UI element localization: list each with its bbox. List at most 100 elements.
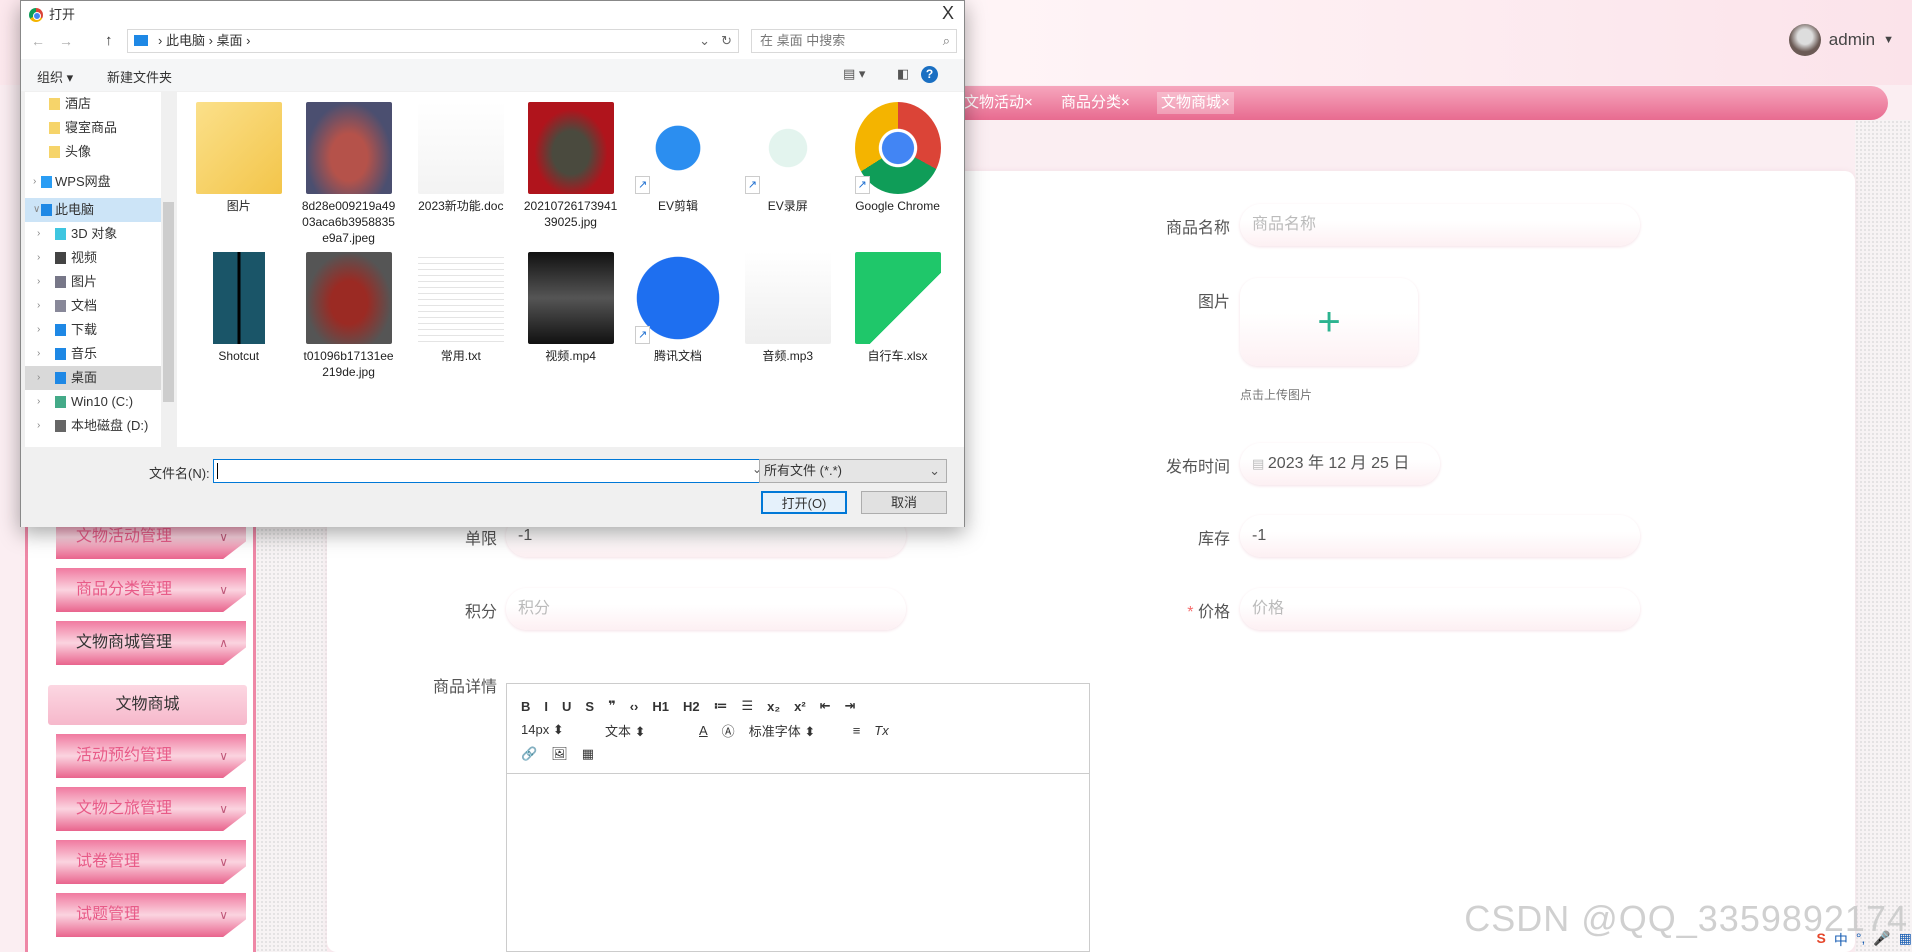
up-icon[interactable]: ↑ <box>105 32 113 49</box>
refresh-icon[interactable]: ↻ <box>721 30 732 52</box>
collapse-icon[interactable]: › <box>37 342 40 366</box>
punctuation-icon[interactable]: °, <box>1856 930 1866 950</box>
file-item[interactable]: 图片 <box>191 102 287 214</box>
bold-icon[interactable]: B <box>521 699 530 714</box>
breadcrumb-item[interactable]: 此电脑 <box>166 33 205 48</box>
underline-icon[interactable]: U <box>562 699 571 714</box>
collapse-icon[interactable]: › <box>37 414 40 438</box>
date-picker[interactable]: ▤ 2023 年 12 月 25 日 <box>1240 443 1440 485</box>
collapse-icon[interactable]: › <box>37 390 40 414</box>
back-icon[interactable]: ← <box>31 33 45 49</box>
nav-item[interactable]: › 3D 对象 <box>25 222 165 246</box>
nav-item[interactable]: › 本地磁盘 (D:) <box>25 414 165 438</box>
font-color-icon[interactable]: A <box>699 723 708 738</box>
sidebar-item-questions[interactable]: 试题管理 ∨ <box>56 893 246 937</box>
file-item[interactable]: ↗ EV录屏 <box>740 102 836 214</box>
tab-activity[interactable]: 文物活动× <box>960 92 1037 114</box>
nav-item[interactable]: › 下载 <box>25 318 165 342</box>
nav-item[interactable]: › Win10 (C:) <box>25 390 165 414</box>
sidebar-item-tour[interactable]: 文物之旅管理 ∨ <box>56 787 246 831</box>
file-item[interactable]: 自行车.xlsx <box>850 252 946 364</box>
file-item[interactable]: t01096b17131ee219de.jpg <box>301 252 397 380</box>
nav-item[interactable]: › 音乐 <box>25 342 165 366</box>
collapse-icon[interactable]: › <box>37 270 40 294</box>
align-icon[interactable]: ≡ <box>853 723 861 738</box>
h2-icon[interactable]: H2 <box>683 699 700 714</box>
collapse-icon[interactable]: › <box>33 170 36 194</box>
code-icon[interactable]: ‹› <box>630 699 639 714</box>
sogou-icon[interactable]: S <box>1816 930 1825 950</box>
sidebar-item-exam[interactable]: 试卷管理 ∨ <box>56 840 246 884</box>
new-folder-button[interactable]: 新建文件夹 <box>107 67 172 86</box>
organize-button[interactable]: 组织 ▾ <box>37 67 73 86</box>
collapse-icon[interactable]: › <box>37 222 40 246</box>
file-item[interactable]: 2023新功能.doc <box>413 102 509 214</box>
file-item[interactable]: 视频.mp4 <box>523 252 619 364</box>
keyboard-icon[interactable]: ▦ <box>1899 930 1912 950</box>
font-family-select[interactable]: 标准字体 ⬍ <box>749 721 839 740</box>
name-input[interactable]: 商品名称 <box>1240 204 1640 246</box>
chinese-mode-icon[interactable]: 中 <box>1834 930 1848 950</box>
price-input[interactable]: 价格 <box>1240 588 1640 630</box>
nav-item[interactable]: › 图片 <box>25 270 165 294</box>
nav-item[interactable]: › 桌面 <box>25 366 165 390</box>
cancel-button[interactable]: 取消 <box>861 491 947 514</box>
stock-input[interactable]: -1 <box>1240 515 1640 557</box>
bullet-list-icon[interactable]: ☰ <box>741 698 753 714</box>
sidebar-item-category[interactable]: 商品分类管理 ∨ <box>56 568 246 612</box>
nav-item[interactable]: › 文档 <box>25 294 165 318</box>
preview-pane-icon[interactable]: ◧ <box>897 66 909 82</box>
nav-item[interactable]: › WPS网盘 <box>25 170 165 194</box>
filetype-select[interactable]: 所有文件 (*.*) ⌄ <box>759 459 947 483</box>
link-icon[interactable]: 🔗 <box>521 746 537 762</box>
file-item[interactable]: ↗ Google Chrome <box>850 102 946 214</box>
search-input[interactable]: 在 桌面 中搜索 ⌕ <box>751 29 957 53</box>
clear-format-icon[interactable]: Tx <box>874 723 888 738</box>
sidebar-subitem-mall[interactable]: 文物商城 <box>48 685 247 725</box>
address-bar[interactable]: › 此电脑 › 桌面 › ⌄ ↻ <box>127 29 739 53</box>
quote-icon[interactable]: ❞ <box>608 698 616 714</box>
video-icon[interactable]: ▦ <box>582 746 594 762</box>
file-item[interactable]: 2021072617394139025.jpg <box>523 102 619 230</box>
nav-item[interactable]: 头像 <box>25 140 165 164</box>
nav-item[interactable]: ∨ 此电脑 <box>25 198 165 222</box>
indent-icon[interactable]: ⇥ <box>845 698 856 714</box>
tab-mall[interactable]: 文物商城× <box>1157 92 1234 114</box>
italic-icon[interactable]: I <box>544 699 548 714</box>
collapse-icon[interactable]: › <box>37 246 40 270</box>
expand-icon[interactable]: ∨ <box>33 198 40 222</box>
file-item[interactable]: 8d28e009219a4903aca6b3958835e9a7.jpeg <box>301 102 397 246</box>
tab-category[interactable]: 商品分类× <box>1057 92 1134 114</box>
view-options-icon[interactable]: ▤ ▾ <box>843 66 865 82</box>
open-button[interactable]: 打开(O) <box>761 491 847 514</box>
user-menu[interactable]: admin ▼ <box>1788 24 1894 56</box>
nav-scrollbar[interactable] <box>161 92 176 447</box>
format-select[interactable]: 文本 ⬍ <box>605 721 685 740</box>
collapse-icon[interactable]: › <box>37 318 40 342</box>
file-item[interactable]: 常用.txt <box>413 252 509 364</box>
file-item[interactable]: Shotcut <box>191 252 287 364</box>
points-input[interactable]: 积分 <box>506 588 906 630</box>
microphone-icon[interactable]: 🎤 <box>1873 930 1890 950</box>
nav-item[interactable]: › 视频 <box>25 246 165 270</box>
filename-input[interactable]: ⌄ <box>213 459 769 483</box>
close-button[interactable]: X <box>942 3 954 24</box>
h1-icon[interactable]: H1 <box>652 699 669 714</box>
nav-item[interactable]: 寝室商品 <box>25 116 165 140</box>
upload-image-button[interactable]: + <box>1240 278 1418 366</box>
rich-text-editor[interactable]: B I U S ❞ ‹› H1 H2 ≔ ☰ x₂ x² ⇤ ⇥ 14px ⬍ 文本 ⬍ A Ⓐ 标准字体… <box>506 683 1090 952</box>
sidebar-item-mall[interactable]: 文物商城管理 ∧ <box>56 621 246 665</box>
collapse-icon[interactable]: › <box>37 366 40 390</box>
sidebar-item-booking[interactable]: 活动预约管理 ∨ <box>56 734 246 778</box>
nav-item[interactable]: 酒店 <box>25 92 165 116</box>
ordered-list-icon[interactable]: ≔ <box>714 698 728 714</box>
history-dropdown-icon[interactable]: ⌄ <box>699 30 710 52</box>
outdent-icon[interactable]: ⇤ <box>820 698 831 714</box>
help-icon[interactable]: ? <box>921 66 938 83</box>
file-item[interactable]: ↗ EV剪辑 <box>630 102 726 214</box>
collapse-icon[interactable]: › <box>37 294 40 318</box>
breadcrumb-item[interactable]: 桌面 <box>217 33 243 48</box>
subscript-icon[interactable]: x₂ <box>767 699 780 714</box>
strikethrough-icon[interactable]: S <box>585 699 594 714</box>
file-item[interactable]: ↗ 腾讯文档 <box>630 252 726 364</box>
